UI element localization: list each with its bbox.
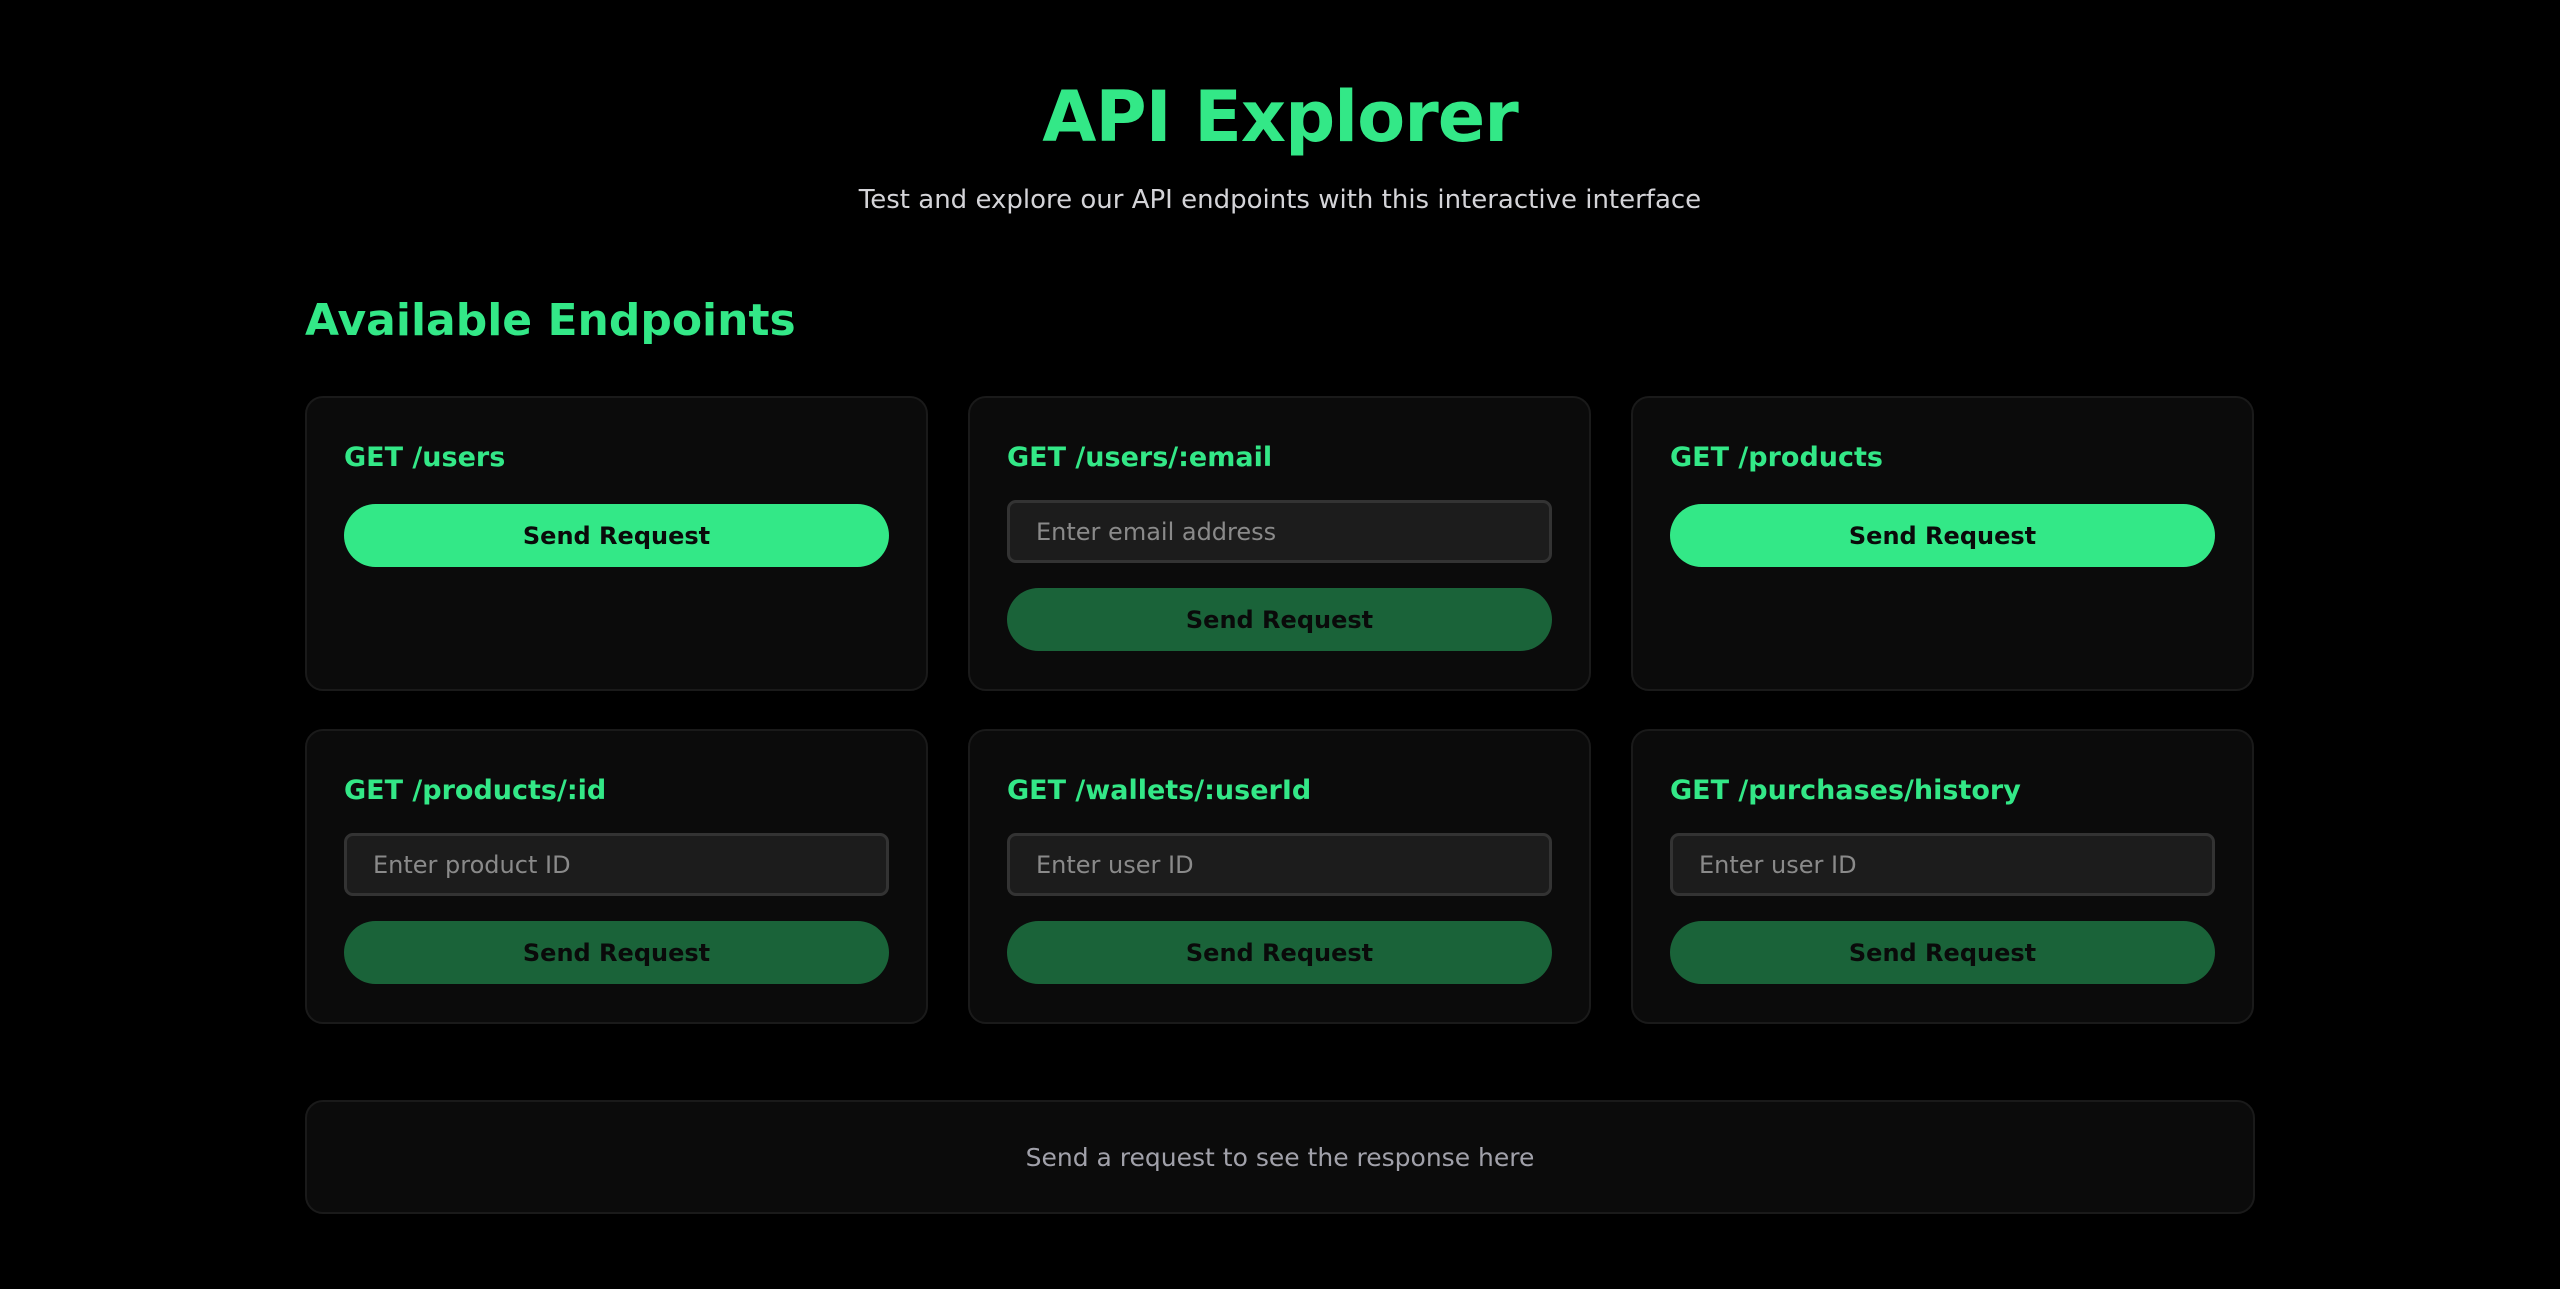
- endpoint-title: GET /wallets/:userId: [1007, 775, 1312, 806]
- endpoint-title: GET /products: [1670, 442, 1884, 473]
- endpoint-card-purchase-history: GET /purchases/history Send Request: [1631, 729, 2254, 1024]
- wallet-user-id-input[interactable]: [1007, 833, 1552, 896]
- purchase-user-id-input[interactable]: [1670, 833, 2215, 896]
- product-id-input[interactable]: [344, 833, 889, 896]
- endpoint-title: GET /products/:id: [344, 775, 607, 806]
- endpoints-section: Available Endpoints GET /users Send Requ…: [305, 288, 2255, 1024]
- send-request-button-purchase-history[interactable]: Send Request: [1670, 921, 2215, 984]
- page-title: API Explorer: [1042, 76, 1519, 158]
- endpoint-title: GET /users: [344, 442, 506, 473]
- endpoint-grid: GET /users Send Request GET /users/:emai…: [305, 396, 2255, 1024]
- endpoint-card-wallets: GET /wallets/:userId Send Request: [968, 729, 1591, 1024]
- api-explorer-page: API Explorer Test and explore our API en…: [0, 0, 2560, 1289]
- send-request-button-wallets[interactable]: Send Request: [1007, 921, 1552, 984]
- send-request-button-products[interactable]: Send Request: [1670, 504, 2215, 567]
- page-header: API Explorer Test and explore our API en…: [0, 0, 2560, 218]
- page-subtitle: Test and explore our API endpoints with …: [858, 185, 1702, 215]
- send-request-button-users[interactable]: Send Request: [344, 504, 889, 567]
- section-title: Available Endpoints: [305, 295, 796, 346]
- endpoint-card-users: GET /users Send Request: [305, 396, 928, 691]
- endpoint-title: GET /users/:email: [1007, 442, 1273, 473]
- endpoint-card-product-by-id: GET /products/:id Send Request: [305, 729, 928, 1024]
- send-request-button-product-by-id[interactable]: Send Request: [344, 921, 889, 984]
- email-input[interactable]: [1007, 500, 1552, 563]
- response-panel: Send a request to see the response here: [305, 1100, 2255, 1214]
- response-placeholder: Send a request to see the response here: [1025, 1142, 1535, 1172]
- endpoint-title: GET /purchases/history: [1670, 775, 2021, 806]
- endpoint-card-user-by-email: GET /users/:email Send Request: [968, 396, 1591, 691]
- endpoint-card-products: GET /products Send Request: [1631, 396, 2254, 691]
- send-request-button-user-by-email[interactable]: Send Request: [1007, 588, 1552, 651]
